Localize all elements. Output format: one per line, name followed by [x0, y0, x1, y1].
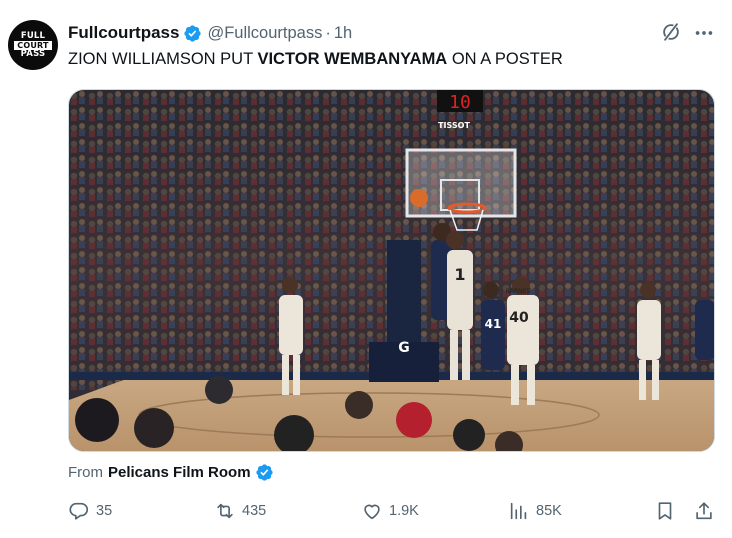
jersey-number-2: 40 — [509, 310, 529, 326]
repost-button[interactable]: 435 — [214, 500, 266, 522]
svg-text:G: G — [398, 340, 410, 356]
repost-icon — [217, 503, 233, 519]
like-count: 1.9K — [389, 503, 419, 519]
reply-button[interactable]: 35 — [68, 500, 112, 522]
tweet-text: ZION WILLIAMSON PUT VICTOR WEMBANYAMA ON… — [68, 50, 563, 69]
action-bar: 35 435 1.9K 85K — [68, 500, 715, 524]
reply-icon — [69, 502, 89, 520]
more-options-icon[interactable] — [693, 22, 715, 44]
jersey-name-2: BARNES — [506, 288, 531, 295]
bookmark-icon[interactable] — [654, 500, 676, 522]
views-button[interactable]: 85K — [508, 500, 562, 522]
tweet-text-part2: ON A POSTER — [447, 50, 563, 68]
repost-count: 435 — [242, 503, 267, 519]
view-count: 85K — [536, 503, 562, 519]
heart-icon — [364, 504, 380, 520]
video-frame[interactable]: G 10 TISSOT 1 BARNES 40 41 — [69, 90, 715, 452]
source-account-link[interactable]: Pelicans Film Room — [108, 464, 251, 481]
tweet-video[interactable]: G 10 TISSOT 1 BARNES 40 41 — [68, 89, 715, 452]
shot-clock: 10 — [449, 92, 471, 113]
video-source: From Pelicans Film Room — [68, 463, 274, 482]
avatar-text-line3: PASS — [20, 48, 46, 59]
jersey-number-1: 1 — [454, 265, 465, 284]
display-name[interactable]: Fullcourtpass — [68, 23, 179, 43]
reply-count: 35 — [96, 503, 113, 519]
analytics-icon — [510, 502, 527, 520]
avatar-text-line1: FULL — [20, 30, 46, 41]
grok-icon[interactable] — [660, 21, 682, 43]
tweet-text-part1: ZION WILLIAMSON PUT — [68, 50, 258, 68]
tweet-header: Fullcourtpass @Fullcourtpass · 1h — [68, 22, 352, 44]
jersey-number-3: 41 — [485, 317, 502, 331]
backboard-brand: TISSOT — [438, 121, 470, 130]
separator-dot: · — [325, 23, 331, 42]
timestamp[interactable]: 1h — [334, 24, 352, 43]
source-prefix: From — [68, 464, 103, 481]
verified-badge-icon — [184, 24, 202, 42]
user-handle[interactable]: @Fullcourtpass — [207, 24, 322, 43]
tweet-text-bold: VICTOR WEMBANYAMA — [257, 50, 448, 68]
avatar[interactable]: FULL COURT PASS — [8, 20, 58, 70]
source-verified-badge-icon — [255, 464, 273, 481]
share-icon[interactable] — [693, 500, 715, 522]
like-button[interactable]: 1.9K — [361, 500, 419, 522]
